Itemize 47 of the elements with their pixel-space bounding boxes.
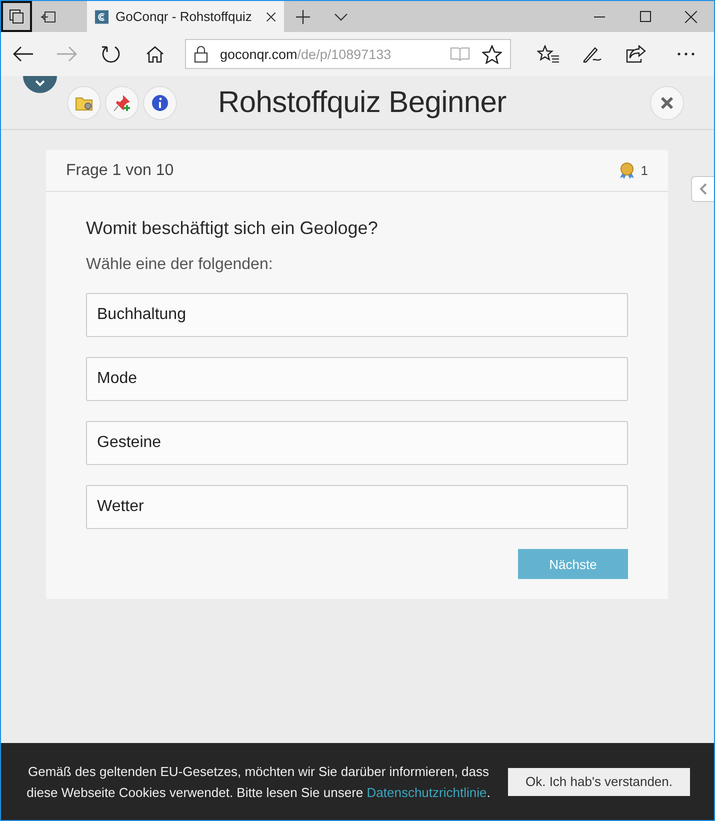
instruction-text: Wähle eine der folgenden: [86,256,274,274]
cookie-notice: Gemäß des geltenden EU-Gesetzes, möchten wir Sie darüber informieren, dass diese Webseite Cookies verwendet. Bitte lesen Sie unsere Datenschutzrichtlinie. [26,762,492,802]
pin-button[interactable] [105,86,139,120]
share-icon[interactable] [626,45,646,63]
info-button[interactable] [143,86,177,120]
side-panel-tab[interactable] [691,176,714,202]
close-icon [660,96,674,110]
url-path: /de/p/10897133 [297,46,392,62]
accept-cookies-button[interactable]: Ok. Ich hab's verstanden. [508,768,690,796]
close-window-icon[interactable] [685,10,697,22]
tab-overview-icon[interactable] [8,8,24,24]
question-text: Womit beschäftigt sich ein Geologe? [86,218,379,239]
close-button[interactable] [650,86,684,120]
minimize-icon[interactable] [594,16,604,18]
favorite-star-icon[interactable] [482,44,502,64]
quiz-title: Rohstoffquiz Beginner [218,86,506,120]
site-logo-icon [95,8,109,24]
pin-plus-icon [113,94,131,112]
more-icon[interactable] [677,52,695,56]
refresh-icon[interactable] [101,44,121,64]
home-icon[interactable] [146,46,164,62]
url-host: goconqr.com [220,46,298,62]
points-count: 1 [640,163,648,178]
back-icon[interactable] [13,46,33,62]
tab-title: GoConqr - Rohstoffquiz [116,9,252,24]
lock-icon [194,45,208,63]
set-aside-tabs-icon[interactable] [40,10,56,22]
answer-option[interactable]: Buchhaltung [86,293,628,337]
info-icon [151,94,169,112]
maximize-icon[interactable] [640,11,650,22]
answer-option[interactable]: Gesteine [86,421,628,465]
answer-option[interactable]: Wetter [86,485,628,529]
address-bar[interactable]: goconqr.com/de/p/10897133 [185,39,511,69]
medal-icon [618,162,635,179]
browser-tab[interactable]: GoConqr - Rohstoffquiz [87,1,284,32]
folder-gear-icon [75,94,93,110]
privacy-policy-link[interactable]: Datenschutzrichtlinie [366,784,487,800]
chevron-left-icon [699,183,707,195]
new-tab-icon[interactable] [296,10,310,24]
pen-icon[interactable] [582,45,602,63]
answer-option[interactable]: Mode [86,357,628,401]
favorites-list-icon[interactable] [537,45,559,63]
tab-list-icon[interactable] [334,12,348,20]
chevron-down-icon[interactable] [23,76,57,93]
question-counter: Frage 1 von 10 [66,162,174,180]
folder-settings-button[interactable] [67,86,101,120]
close-tab-icon[interactable] [266,10,276,22]
